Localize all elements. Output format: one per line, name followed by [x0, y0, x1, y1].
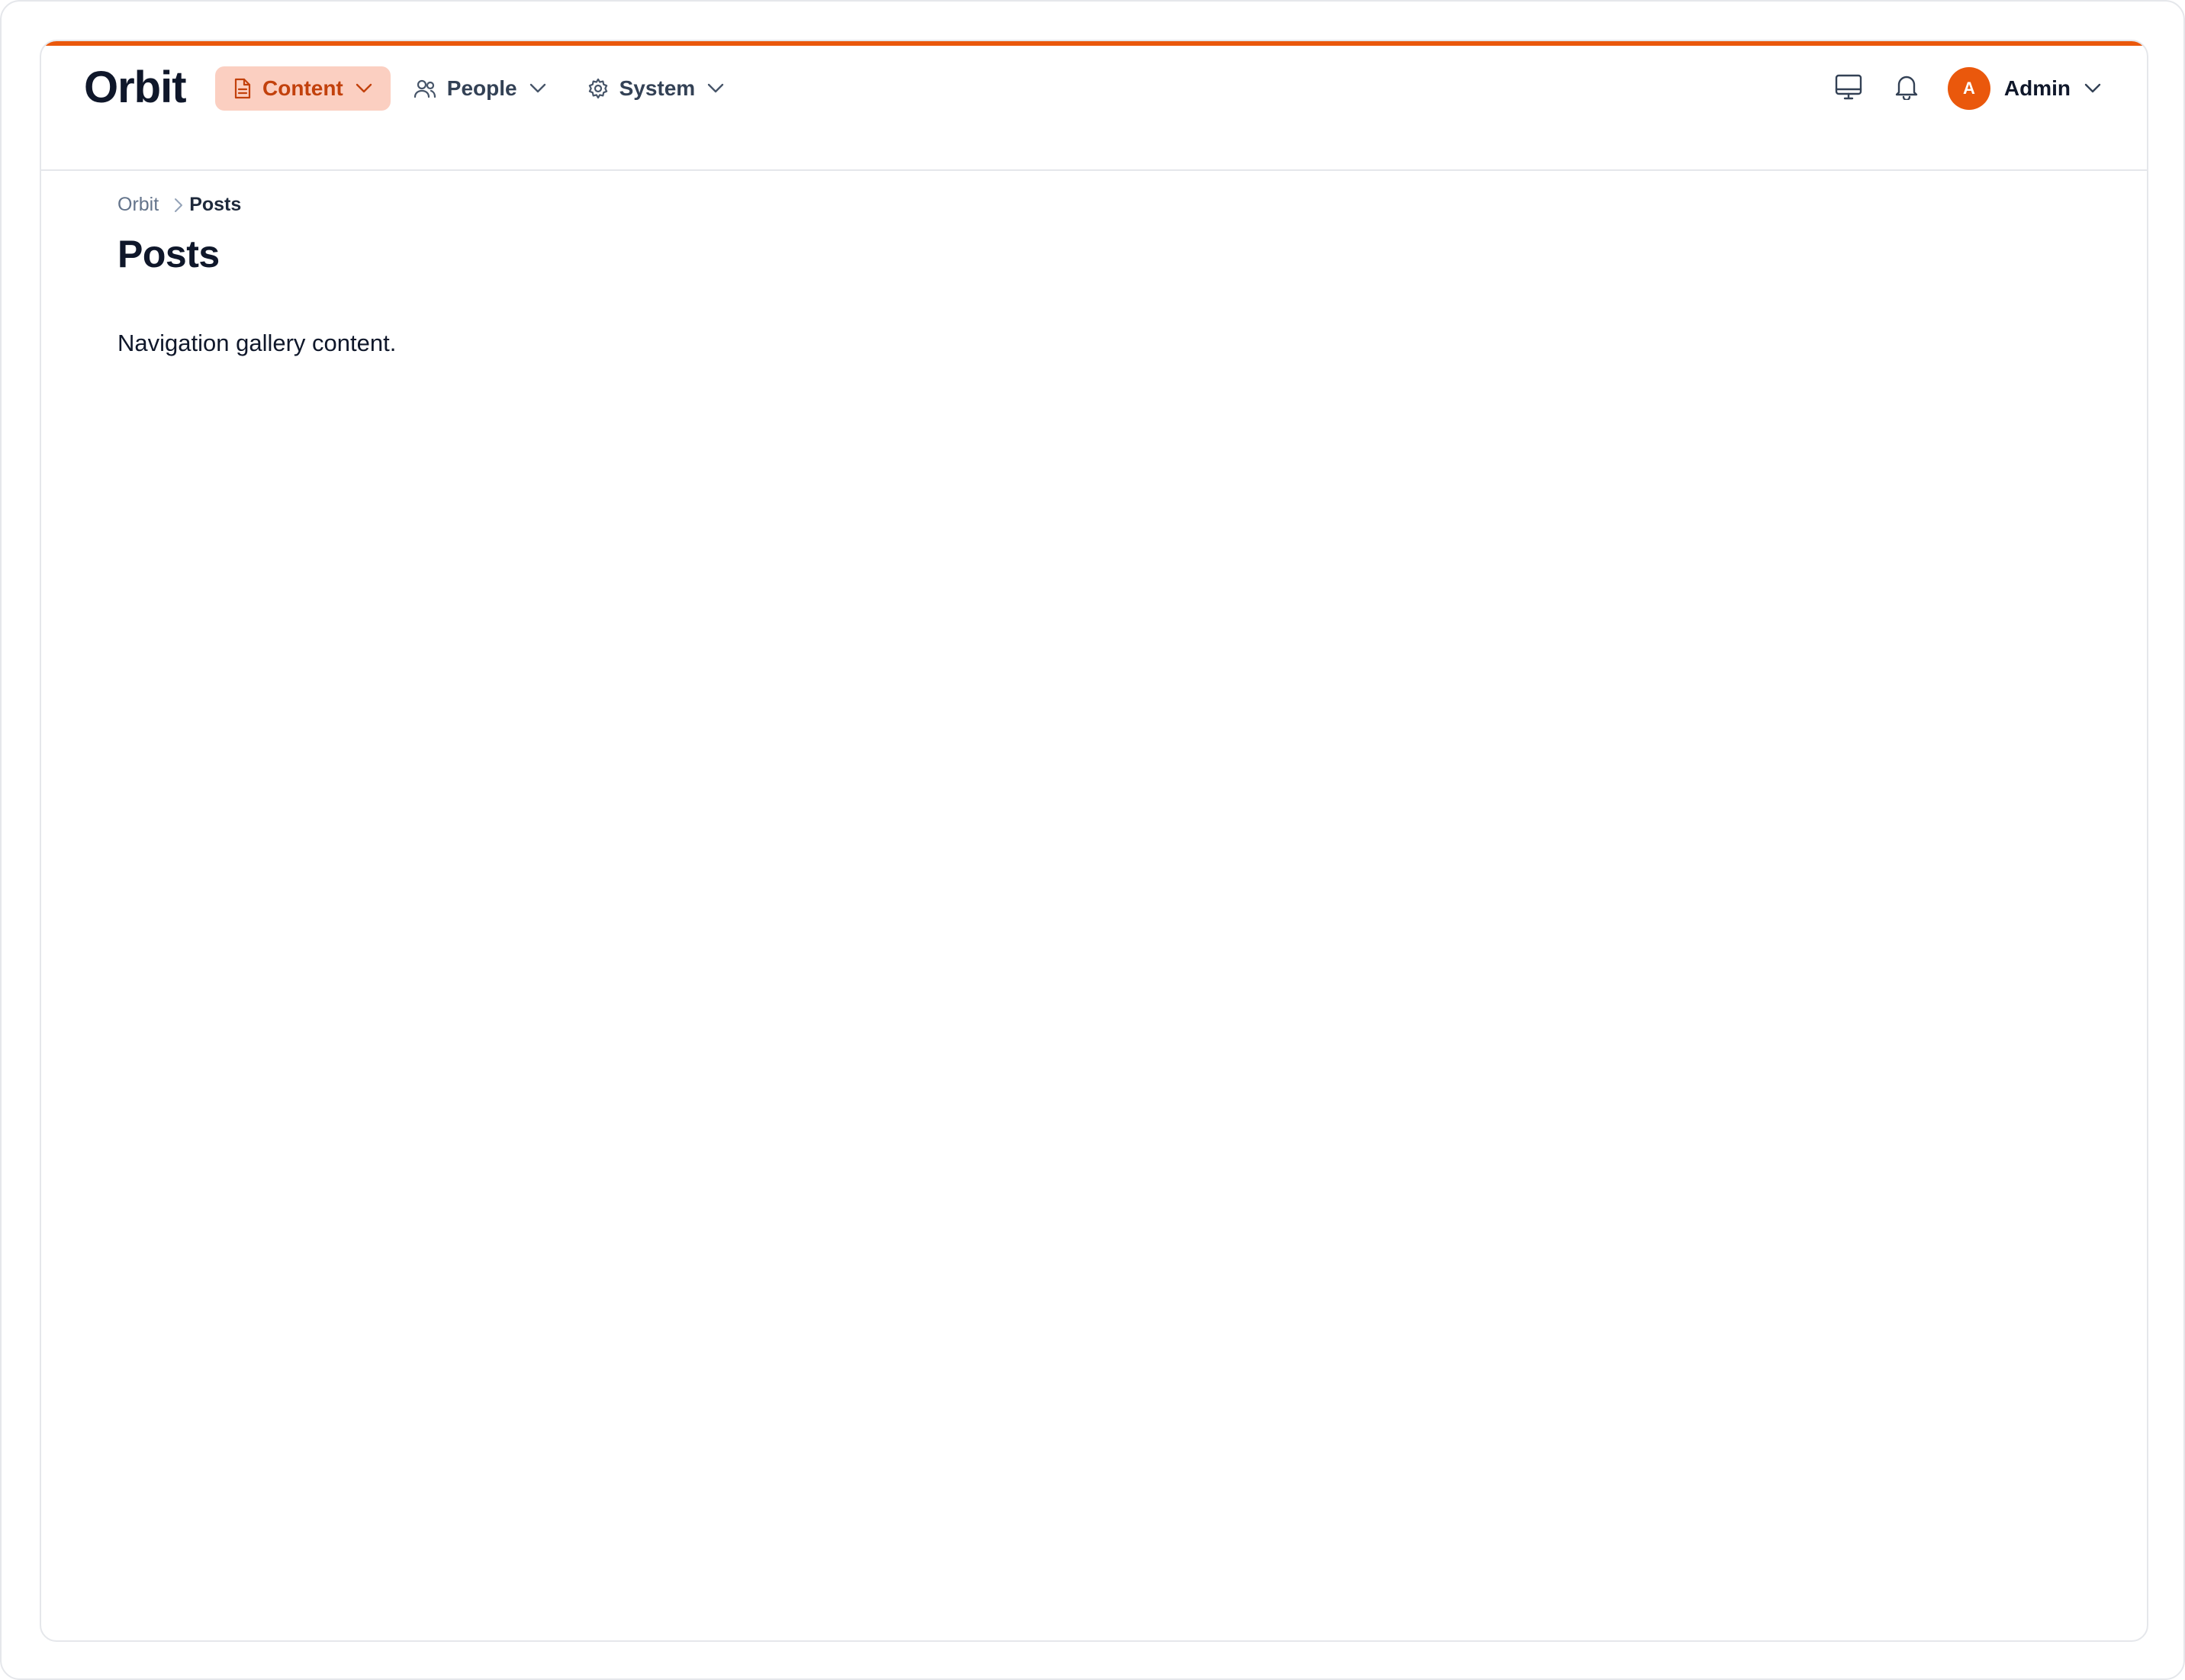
user-menu-label[interactable]: Admin: [2004, 76, 2071, 101]
nav-item-label: System: [619, 76, 696, 100]
avatar[interactable]: A: [1947, 67, 1990, 110]
users-icon: [414, 79, 436, 98]
bell-icon: [1894, 74, 1919, 104]
breadcrumb-item-current: Posts: [189, 194, 242, 215]
chevron-down-icon: [707, 83, 724, 94]
page-title: Posts: [117, 233, 220, 275]
nav-item-people[interactable]: People: [395, 66, 565, 111]
app-logo[interactable]: Orbit: [84, 60, 187, 110]
chevron-down-icon: [356, 83, 372, 94]
nav-item-label: People: [446, 76, 517, 100]
nav-item-label: Content: [262, 76, 343, 100]
chevron-down-icon[interactable]: [2084, 83, 2101, 94]
chevron-right-icon: [174, 198, 183, 213]
document-icon: [233, 78, 252, 99]
top-navigation-bar: Orbit Content People System A Admin: [41, 46, 2147, 171]
display-button[interactable]: [1824, 64, 1873, 113]
page-content-text: Navigation gallery content.: [117, 330, 397, 356]
gear-icon: [587, 78, 609, 99]
notifications-button[interactable]: [1882, 64, 1931, 113]
breadcrumb: Orbit Posts: [117, 194, 241, 216]
nav-item-content[interactable]: Content: [215, 66, 391, 111]
chevron-down-icon: [529, 83, 546, 94]
main-nav: Content People System: [215, 66, 747, 111]
monitor-icon: [1835, 74, 1862, 104]
app-window: Orbit Content People System A Admin Orbi…: [40, 40, 2148, 1642]
screen: Orbit Content People System A Admin Orbi…: [0, 0, 2185, 1680]
breadcrumb-item-root[interactable]: Orbit: [117, 194, 159, 216]
nav-item-system[interactable]: System: [569, 66, 743, 111]
header-tools: A Admin: [1815, 64, 2101, 113]
